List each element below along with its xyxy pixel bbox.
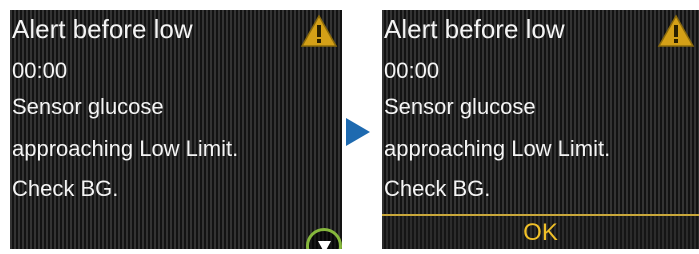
alert-message-line-3: Check BG.: [384, 176, 491, 201]
alert-time: 00:00: [384, 58, 440, 83]
warning-triangle-icon: [657, 14, 695, 47]
alert-screen-before: Alert before low 00:00 Sensor glucose ap…: [10, 10, 342, 249]
alert-message-line-3: Check BG.: [12, 176, 119, 201]
alert-screen-after: Alert before low 00:00 Sensor glucose ap…: [382, 10, 699, 249]
warning-triangle-icon: [300, 14, 338, 47]
alert-message-line-2: approaching Low Limit.: [384, 136, 611, 161]
alert-message-line-2: approaching Low Limit.: [12, 136, 239, 161]
down-arrow-icon: [318, 241, 331, 249]
alert-message-line-1: Sensor glucose: [12, 94, 164, 119]
alert-time: 00:00: [12, 58, 68, 83]
scroll-down-button[interactable]: [306, 228, 342, 249]
ok-button[interactable]: OK: [382, 214, 699, 249]
alert-title: Alert before low: [384, 14, 565, 44]
arrow-right-icon: [346, 118, 370, 146]
alert-title: Alert before low: [12, 14, 193, 44]
alert-message-line-1: Sensor glucose: [384, 94, 536, 119]
